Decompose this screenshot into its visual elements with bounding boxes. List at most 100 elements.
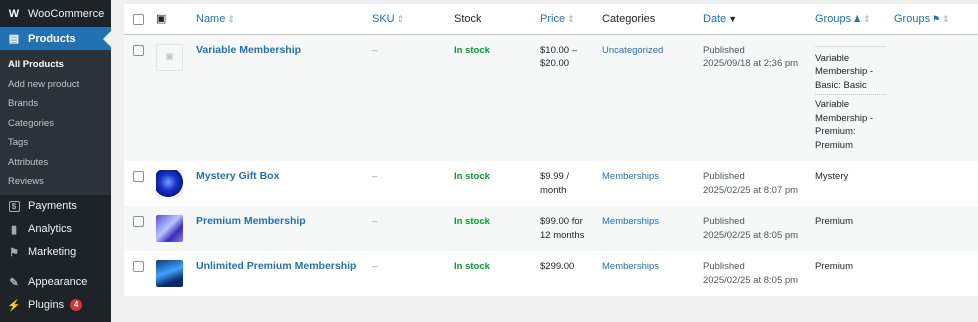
category-link[interactable]: Uncategorized (602, 45, 663, 56)
header-sku[interactable]: SKU ⇕ (368, 4, 450, 35)
menu-marketing[interactable]: ⚑ Marketing (0, 241, 111, 264)
groups-cell: Mystery (811, 161, 890, 206)
sku-cell: – (368, 34, 450, 161)
groups-lock-cell (890, 206, 978, 251)
category-link[interactable]: Memberships (602, 261, 659, 272)
sku-cell: – (372, 171, 378, 182)
sku-cell: – (368, 206, 450, 251)
plugins-update-badge: 4 (70, 299, 83, 311)
row-checkbox[interactable] (133, 44, 144, 56)
name-cell: Variable Membership (192, 34, 368, 161)
header-categories: Categories (598, 4, 699, 35)
stock-status: In stock (454, 216, 490, 227)
menu-plugins[interactable]: ⚡ Plugins 4 (0, 294, 111, 317)
header-groups-user-label: Groups (815, 12, 852, 25)
price-line-2: $20.00 (540, 58, 570, 69)
menu-products-label: Products (28, 32, 76, 45)
date-status: Published (703, 171, 745, 182)
group-entry: Premium (815, 261, 854, 272)
table-row: Premium Membership – In stock $99.00 for… (124, 206, 978, 251)
header-date[interactable]: Date ▼ (699, 4, 811, 35)
thumb-cell (152, 161, 192, 206)
products-submenu: All Products Add new product Brands Cate… (0, 50, 111, 195)
header-select-all[interactable] (124, 4, 152, 35)
submenu-brands[interactable]: Brands (0, 94, 111, 114)
stock-cell: In stock (450, 206, 536, 251)
table-row: ▣ Variable Membership – In stock $10.00 … (124, 34, 978, 161)
table-header-row: ▣ Name ⇕ SKU ⇕ Stock Price ⇕ Categories Dat… (124, 4, 978, 35)
menu-marketing-label: Marketing (28, 246, 77, 258)
menu-woocommerce-label: WooCommerce (28, 7, 105, 20)
stock-status: In stock (454, 261, 490, 272)
price-cell: $299.00 (536, 251, 598, 296)
menu-woocommerce[interactable]: W WooCommerce (0, 0, 111, 27)
category-cell: Uncategorized (598, 34, 699, 161)
row-checkbox[interactable] (133, 261, 144, 272)
product-thumbnail[interactable] (156, 170, 183, 197)
category-cell: Memberships (598, 161, 699, 206)
plugins-icon: ⚡ (7, 299, 21, 312)
product-name-link[interactable]: Mystery Gift Box (196, 170, 279, 182)
product-name-link[interactable]: Unlimited Premium Membership (196, 260, 356, 272)
sort-desc-icon: ▼ (728, 13, 738, 24)
name-cell: Premium Membership (192, 206, 368, 251)
category-link[interactable]: Memberships (602, 216, 659, 227)
date-cell: Published 2025/02/25 at 8:05 pm (699, 251, 811, 296)
submenu-categories[interactable]: Categories (0, 114, 111, 134)
header-stock: Stock (450, 4, 536, 35)
groups-cell: Premium (811, 251, 890, 296)
submenu-attributes[interactable]: Attributes (0, 153, 111, 173)
category-link[interactable]: Memberships (602, 171, 659, 182)
price-line-1: $10.00 – (540, 44, 577, 56)
header-groups-lock-label: Groups (894, 12, 931, 25)
table-row: Mystery Gift Box – In stock $9.99 / month… (124, 161, 978, 206)
row-select-cell (124, 251, 152, 296)
price-line-2: 12 months (540, 229, 585, 241)
row-checkbox[interactable] (133, 216, 144, 227)
placeholder-image-icon[interactable]: ▣ (156, 43, 183, 71)
menu-products[interactable]: ▤ Products (0, 27, 111, 50)
sort-icon: ⇕ (863, 13, 871, 24)
products-list: ▣ Name ⇕ SKU ⇕ Stock Price ⇕ Categories Dat… (124, 4, 978, 296)
product-thumbnail[interactable] (156, 260, 183, 287)
group-entry: Variable Membership - Premium: Premium (815, 94, 886, 152)
menu-appearance[interactable]: ✎ Appearance (0, 271, 111, 294)
woo-logo-icon: W (8, 7, 20, 20)
appearance-icon: ✎ (9, 276, 19, 289)
select-all-checkbox[interactable] (133, 13, 144, 25)
price-line-1: $9.99 / (540, 171, 570, 182)
sort-icon: ⇕ (396, 13, 405, 24)
header-name[interactable]: Name ⇕ (192, 4, 368, 35)
menu-payments-label: Payments (28, 200, 77, 212)
sort-icon: ⇕ (942, 13, 950, 24)
group-entry: Mystery (815, 171, 849, 182)
header-groups-user[interactable]: Groups ♟ ⇕ (811, 4, 890, 35)
group-entry: Premium (815, 216, 854, 227)
submenu-tags[interactable]: Tags (0, 133, 111, 153)
submenu-add-new-product[interactable]: Add new product (0, 75, 111, 95)
menu-payments[interactable]: $ Payments (0, 195, 111, 218)
admin-sidebar: W WooCommerce ▤ Products All Products Ad… (0, 0, 111, 322)
date-cell: Published 2025/09/18 at 2:36 pm (699, 34, 811, 161)
menu-appearance-label: Appearance (28, 276, 88, 288)
groups-lock-cell (890, 34, 978, 161)
sort-icon: ⇕ (227, 13, 235, 24)
row-select-cell (124, 34, 152, 161)
submenu-reviews[interactable]: Reviews (0, 172, 111, 192)
stock-cell: In stock (450, 34, 536, 161)
menu-analytics[interactable]: ▮ Analytics (0, 218, 111, 241)
sort-icon: ⇕ (567, 13, 575, 24)
header-price[interactable]: Price ⇕ (536, 4, 598, 35)
header-groups-lock[interactable]: Groups ⚑ ⇕ (890, 4, 978, 35)
sku-cell: – (372, 261, 378, 272)
product-name-link[interactable]: Premium Membership (196, 215, 306, 227)
stock-cell: In stock (450, 251, 536, 296)
user-icon: ♟ (853, 13, 862, 24)
product-name-link[interactable]: Variable Membership (196, 44, 301, 56)
date-cell: Published 2025/02/25 at 8:05 pm (699, 206, 811, 251)
products-icon: ▤ (8, 33, 20, 45)
row-checkbox[interactable] (133, 171, 144, 182)
submenu-all-products[interactable]: All Products (0, 55, 111, 75)
product-thumbnail[interactable] (156, 215, 183, 242)
header-price-label: Price (540, 12, 566, 25)
